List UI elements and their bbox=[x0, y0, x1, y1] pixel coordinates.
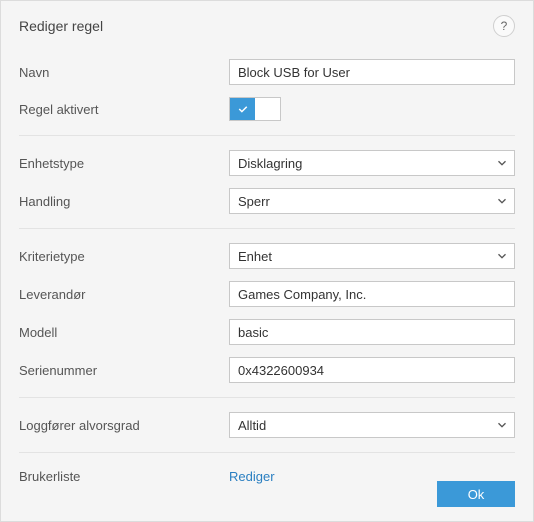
severity-field-wrap: Alltid bbox=[229, 412, 515, 438]
device-type-select[interactable]: Disklagring bbox=[229, 150, 515, 176]
row-model: Modell bbox=[19, 313, 515, 351]
model-input[interactable] bbox=[229, 319, 515, 345]
vendor-field-wrap bbox=[229, 281, 515, 307]
serial-input[interactable] bbox=[229, 357, 515, 383]
dialog-content: Navn Regel aktivert E bbox=[1, 47, 533, 491]
toggle-on-half bbox=[230, 98, 255, 120]
checkmark-icon bbox=[237, 103, 249, 115]
device-type-field-wrap: Disklagring bbox=[229, 150, 515, 176]
dialog-title: Rediger regel bbox=[19, 18, 103, 34]
divider bbox=[19, 397, 515, 398]
enabled-label: Regel aktivert bbox=[19, 102, 229, 117]
criteria-type-field-wrap: Enhet bbox=[229, 243, 515, 269]
enabled-toggle[interactable] bbox=[229, 97, 281, 121]
dialog-header: Rediger regel ? bbox=[1, 1, 533, 47]
row-serial: Serienummer bbox=[19, 351, 515, 389]
serial-label: Serienummer bbox=[19, 363, 229, 378]
serial-field-wrap bbox=[229, 357, 515, 383]
action-label: Handling bbox=[19, 194, 229, 209]
name-field-wrap bbox=[229, 59, 515, 85]
divider bbox=[19, 452, 515, 453]
name-input[interactable] bbox=[229, 59, 515, 85]
divider bbox=[19, 228, 515, 229]
vendor-label: Leverandør bbox=[19, 287, 229, 302]
enabled-field-wrap bbox=[229, 97, 515, 121]
row-name: Navn bbox=[19, 53, 515, 91]
vendor-input[interactable] bbox=[229, 281, 515, 307]
row-criteria-type: Kriterietype Enhet bbox=[19, 237, 515, 275]
ok-button[interactable]: Ok bbox=[437, 481, 515, 507]
dialog-footer: Ok bbox=[1, 469, 533, 521]
action-select[interactable]: Sperr bbox=[229, 188, 515, 214]
toggle-off-half bbox=[255, 98, 280, 120]
help-button[interactable]: ? bbox=[493, 15, 515, 37]
severity-select[interactable]: Alltid bbox=[229, 412, 515, 438]
divider bbox=[19, 135, 515, 136]
row-action: Handling Sperr bbox=[19, 182, 515, 220]
action-field-wrap: Sperr bbox=[229, 188, 515, 214]
model-field-wrap bbox=[229, 319, 515, 345]
row-vendor: Leverandør bbox=[19, 275, 515, 313]
model-label: Modell bbox=[19, 325, 229, 340]
help-icon: ? bbox=[501, 19, 508, 33]
severity-label: Loggfører alvorsgrad bbox=[19, 418, 229, 433]
criteria-type-label: Kriterietype bbox=[19, 249, 229, 264]
row-enabled: Regel aktivert bbox=[19, 91, 515, 127]
edit-rule-dialog: Rediger regel ? Navn Regel aktivert bbox=[0, 0, 534, 522]
device-type-label: Enhetstype bbox=[19, 156, 229, 171]
criteria-type-select[interactable]: Enhet bbox=[229, 243, 515, 269]
row-device-type: Enhetstype Disklagring bbox=[19, 144, 515, 182]
name-label: Navn bbox=[19, 65, 229, 80]
row-severity: Loggfører alvorsgrad Alltid bbox=[19, 406, 515, 444]
